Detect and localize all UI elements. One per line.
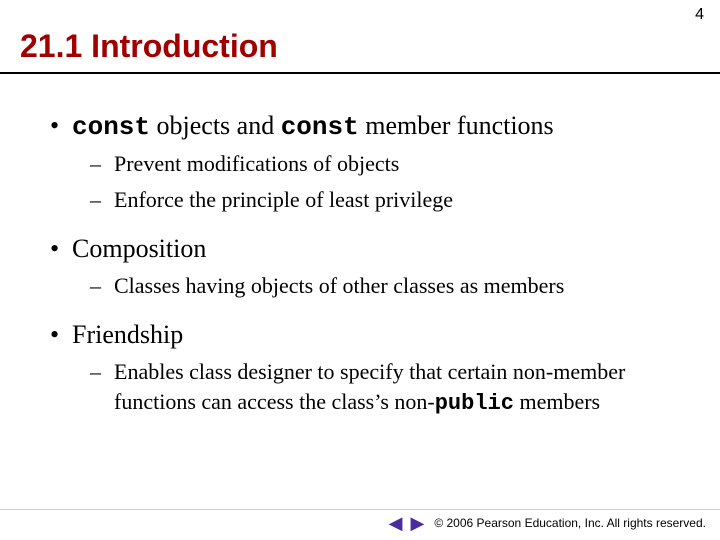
dash-icon: – bbox=[90, 185, 114, 215]
dash-icon: – bbox=[90, 149, 114, 179]
code-const-2: const bbox=[281, 112, 359, 142]
bullet-3-sub-1-text: Enables class designer to specify that c… bbox=[114, 357, 680, 419]
bullet-1-text: const objects and const member functions bbox=[72, 110, 680, 143]
bullet-2-sub-1: – Classes having objects of other classe… bbox=[90, 271, 680, 301]
bullet-2: • Composition bbox=[50, 233, 680, 265]
bullet-1-sub-1: – Prevent modifications of objects bbox=[90, 149, 680, 179]
bullet-3-sub-1-post: members bbox=[514, 389, 600, 414]
dash-icon: – bbox=[90, 271, 114, 301]
bullet-3-text: Friendship bbox=[72, 319, 680, 351]
code-const-1: const bbox=[72, 112, 150, 142]
dash-icon: – bbox=[90, 357, 114, 419]
content-area: • const objects and const member functio… bbox=[50, 92, 680, 419]
nav-buttons: ◀ ▶ bbox=[389, 514, 425, 532]
bullet-1-mid: objects and bbox=[150, 111, 281, 140]
bullet-1-post: member functions bbox=[359, 111, 554, 140]
copyright-text: © 2006 Pearson Education, Inc. All right… bbox=[434, 516, 706, 530]
bullet-2-sub-1-text: Classes having objects of other classes … bbox=[114, 271, 680, 301]
footer: ◀ ▶ © 2006 Pearson Education, Inc. All r… bbox=[389, 514, 706, 532]
bullet-1-sub-2: – Enforce the principle of least privile… bbox=[90, 185, 680, 215]
page-number: 4 bbox=[695, 6, 704, 24]
bullet-2-text: Composition bbox=[72, 233, 680, 265]
slide: 4 21.1 Introduction • const objects and … bbox=[0, 0, 720, 540]
bullet-dot-icon: • bbox=[50, 319, 72, 351]
code-public: public bbox=[435, 391, 514, 416]
slide-title: 21.1 Introduction bbox=[20, 28, 278, 65]
footer-divider bbox=[0, 509, 720, 510]
bullet-1-sub-2-text: Enforce the principle of least privilege bbox=[114, 185, 680, 215]
bullet-1-sub-1-text: Prevent modifications of objects bbox=[114, 149, 680, 179]
bullet-1: • const objects and const member functio… bbox=[50, 110, 680, 143]
bullet-3-sub-1: – Enables class designer to specify that… bbox=[90, 357, 680, 419]
next-button[interactable]: ▶ bbox=[410, 514, 424, 532]
bullet-dot-icon: • bbox=[50, 110, 72, 143]
bullet-3: • Friendship bbox=[50, 319, 680, 351]
bullet-dot-icon: • bbox=[50, 233, 72, 265]
title-underline bbox=[0, 72, 720, 74]
prev-button[interactable]: ◀ bbox=[389, 514, 403, 532]
